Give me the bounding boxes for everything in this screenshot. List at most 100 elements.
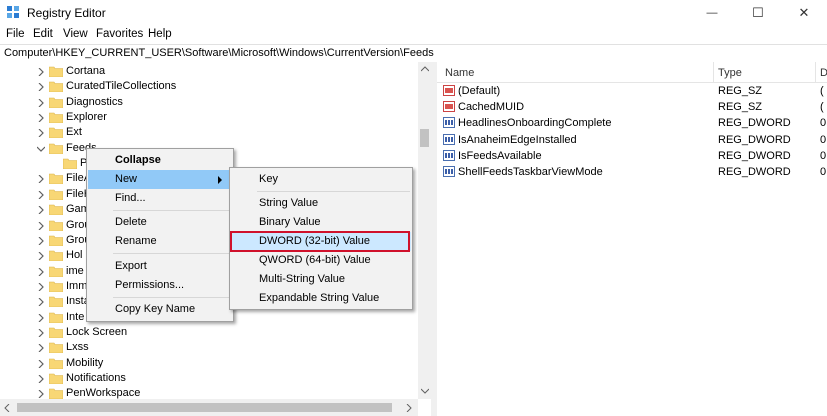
list-item[interactable]: HeadlinesOnboardingComplete REG_DWORD 0 [437,115,827,131]
scroll-down-icon[interactable] [421,388,429,394]
highlight-callout-box [230,231,410,252]
menu-item-find[interactable]: Find... [88,189,232,208]
chevron-right-icon[interactable] [37,190,45,199]
tree-item-label: Lock Screen [66,325,128,338]
tree-item[interactable]: Cortana [0,64,418,79]
chevron-right-icon[interactable] [37,313,45,322]
scroll-right-icon[interactable] [406,404,412,412]
tree-item[interactable]: CuratedTileCollections [0,79,418,94]
tree-item[interactable]: Lxss [0,340,418,355]
values-list-pane: Name Type D (Default) REG_SZ (CachedMUID RE… [437,62,827,416]
chevron-right-icon[interactable] [37,83,45,92]
chevron-right-icon[interactable] [37,298,45,307]
chevron-right-icon[interactable] [37,267,45,276]
scroll-up-icon[interactable] [421,66,429,72]
close-button[interactable]: ✕ [781,0,827,25]
folder-icon [49,327,63,338]
chevron-right-icon[interactable] [37,114,45,123]
folder-icon [49,281,63,292]
menu-favorites[interactable]: Favorites [96,28,143,40]
menu-item-export[interactable]: Export [88,257,232,276]
list-item[interactable]: CachedMUID REG_SZ ( [437,99,827,115]
chevron-right-icon[interactable] [37,68,45,76]
menu-item-copy-key-name[interactable]: Copy Key Name [88,300,232,319]
value-name: HeadlinesOnboardingComplete [458,117,612,130]
tree-item[interactable]: Explorer [0,110,418,125]
tree-item-label: Inte [66,310,85,323]
tree-item-label: Explorer [66,111,107,124]
submenu-item-binary-value[interactable]: Binary Value [231,213,411,232]
column-divider[interactable] [815,62,816,82]
submenu-item-string-value[interactable]: String Value [231,194,411,213]
submenu-item-expandable-string-value[interactable]: Expandable String Value [231,289,411,308]
menu-view[interactable]: View [63,28,88,40]
tree-item-label: PenWorkspace [66,387,141,400]
chevron-right-icon[interactable] [37,328,45,337]
chevron-right-icon[interactable] [37,344,45,353]
chevron-right-icon[interactable] [37,282,45,291]
tree-item[interactable]: Ext [0,125,418,140]
chevron-right-icon[interactable] [37,129,45,138]
list-item[interactable]: IsAnaheimEdgeInstalled REG_DWORD 0 [437,132,827,148]
chevron-right-icon[interactable] [37,252,45,261]
address-path: Computer\HKEY_CURRENT_USER\Software\Micr… [4,47,434,59]
string-value-icon [443,101,455,113]
folder-icon [49,128,63,139]
vertical-scroll-thumb[interactable] [420,129,429,147]
registry-editor-icon [7,6,19,18]
column-data[interactable]: D [820,67,827,79]
tree-item[interactable]: Lock Screen [0,325,418,340]
tree-item[interactable]: Notifications [0,371,418,386]
context-menu: Collapse New Find... Delete Rename Expor… [86,148,234,322]
menu-item-collapse[interactable]: Collapse [88,151,232,170]
list-item[interactable]: IsFeedsAvailable REG_DWORD 0 [437,148,827,164]
menu-item-new[interactable]: New [88,170,232,189]
folder-icon [49,296,63,308]
value-name: (Default) [458,85,501,97]
value-data: 0 [820,166,827,178]
value-type: REG_DWORD [718,166,791,178]
menu-item-delete[interactable]: Delete [88,213,232,232]
scroll-left-icon[interactable] [4,404,10,412]
chevron-right-icon[interactable] [37,375,45,383]
chevron-right-icon[interactable] [37,206,45,215]
value-data: 0 [820,149,827,162]
maximize-button[interactable]: ☐ [735,0,781,25]
chevron-right-icon[interactable] [37,390,45,399]
chevron-right-icon[interactable] [37,236,45,245]
menu-help[interactable]: Help [148,28,172,40]
submenu-item-qword-value[interactable]: QWORD (64-bit) Value [231,251,411,270]
submenu-item-multi-string-value[interactable]: Multi-String Value [231,270,411,289]
folder-icon [49,112,63,124]
list-item[interactable]: (Default) REG_SZ ( [437,83,827,99]
column-divider[interactable] [713,62,714,82]
value-name: ShellFeedsTaskbarViewMode [458,166,603,178]
chevron-right-icon[interactable] [37,359,45,368]
menu-edit[interactable]: Edit [33,28,53,40]
folder-icon [49,373,63,384]
tree-vertical-scrollbar[interactable] [418,62,431,399]
column-name[interactable]: Name [445,67,474,79]
chevron-down-icon[interactable] [37,145,45,153]
chevron-right-icon[interactable] [37,221,45,230]
minimize-button[interactable]: — [689,0,735,25]
chevron-right-icon[interactable] [37,98,45,107]
list-item[interactable]: ShellFeedsTaskbarViewMode REG_DWORD 0 [437,164,827,180]
tree-item[interactable]: Mobility [0,356,418,371]
window-title: Registry Editor [27,6,106,20]
value-data: 0 [820,117,827,130]
horizontal-scroll-thumb[interactable] [17,403,392,412]
menu-separator [257,191,410,192]
tree-item-label: ime [66,264,84,277]
tree-item-label: Lxss [66,341,89,354]
address-bar[interactable]: Computer\HKEY_CURRENT_USER\Software\Micr… [0,44,827,63]
submenu-item-key[interactable]: Key [231,170,411,189]
menu-file[interactable]: File [6,28,25,40]
tree-item[interactable]: Diagnostics [0,95,418,110]
chevron-right-icon[interactable] [37,175,45,184]
list-header: Name Type D [437,62,827,83]
menu-item-permissions[interactable]: Permissions... [88,276,232,295]
tree-horizontal-scrollbar[interactable] [0,399,418,416]
column-type[interactable]: Type [718,67,742,79]
menu-item-rename[interactable]: Rename [88,232,232,251]
